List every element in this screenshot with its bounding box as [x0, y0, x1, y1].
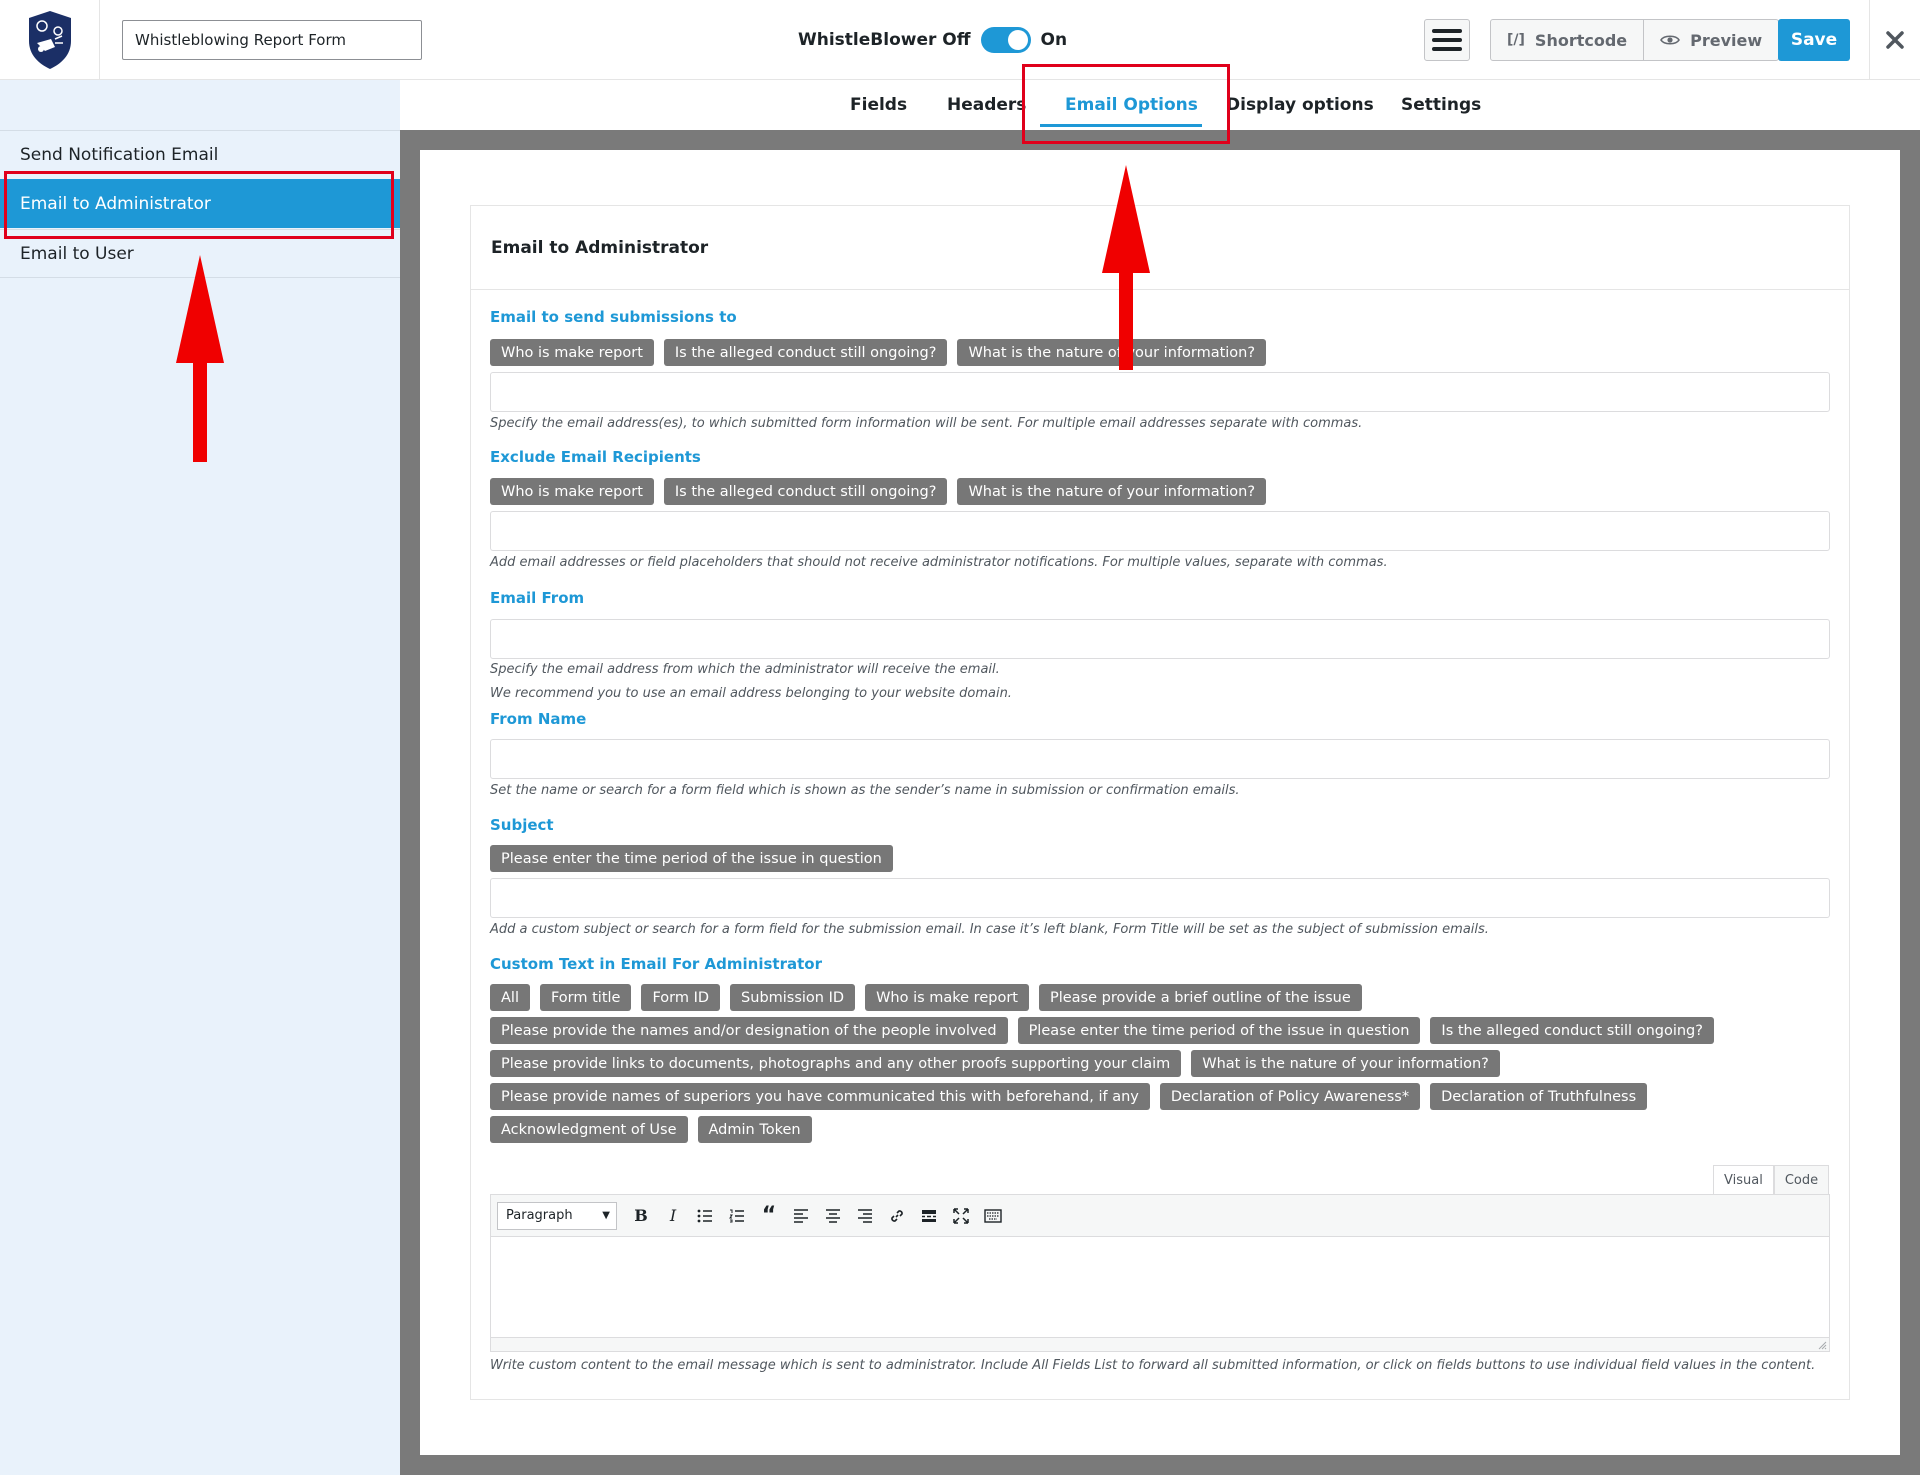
field-chip[interactable]: Who is make report — [490, 339, 654, 366]
close-icon — [1886, 30, 1904, 49]
bullet-list-icon[interactable] — [691, 1202, 719, 1230]
close-button[interactable] — [1869, 0, 1920, 79]
custom-text-label: Custom Text in Email For Administrator — [490, 955, 822, 973]
field-chip[interactable]: Form ID — [641, 984, 721, 1011]
toolbar-toggle-icon[interactable] — [979, 1202, 1007, 1230]
tab-fields[interactable]: Fields — [850, 80, 907, 130]
shortcode-button[interactable]: [/] Shortcode — [1491, 20, 1643, 60]
field-chip[interactable]: Please enter the time period of the issu… — [490, 845, 893, 872]
field-chip[interactable]: What is the nature of your information? — [1191, 1050, 1500, 1077]
editor-tab-code[interactable]: Code — [1773, 1165, 1830, 1195]
field-chip[interactable]: Declaration of Policy Awareness* — [1159, 1083, 1421, 1110]
field-chip[interactable]: Please enter the time period of the issu… — [1017, 1017, 1421, 1044]
paragraph-select-value: Paragraph — [506, 1208, 573, 1223]
annotation-arrow-up-icon — [1102, 165, 1150, 370]
toggle-knob — [1007, 30, 1028, 50]
email-from-hint: Specify the email address from which the… — [490, 662, 1000, 677]
custom-text-hint: Write custom content to the email messag… — [490, 1358, 1816, 1373]
field-chip[interactable]: Please provide a brief outline of the is… — [1038, 984, 1362, 1011]
editor-tab-visual[interactable]: Visual — [1713, 1165, 1774, 1195]
link-icon[interactable] — [883, 1202, 911, 1230]
exclude-input[interactable] — [490, 511, 1830, 551]
tab-display-options[interactable]: Display options — [1226, 80, 1374, 130]
field-chip[interactable]: Form title — [539, 984, 632, 1011]
field-chip[interactable]: Who is make report — [865, 984, 1029, 1011]
field-chip[interactable]: Please provide links to documents, photo… — [490, 1050, 1182, 1077]
header-button-group: [/] Shortcode Preview — [1490, 19, 1780, 61]
editor-content-area[interactable] — [491, 1237, 1829, 1337]
send-to-chips: Who is make report Is the alleged conduc… — [490, 339, 1830, 366]
whistleblower-toggle-group: WhistleBlower Off On — [798, 26, 1067, 54]
field-chip[interactable]: Please provide names of superiors you ha… — [490, 1083, 1150, 1110]
annotation-arrow-up-icon — [176, 255, 224, 462]
editor-toolbar: Paragraph ▼ B I “ — [491, 1195, 1829, 1237]
align-right-icon[interactable] — [851, 1202, 879, 1230]
subject-chips: Please enter the time period of the issu… — [490, 845, 1830, 872]
sidebar-item-label: Email to User — [20, 243, 134, 264]
from-name-label: From Name — [490, 710, 587, 728]
box-header: Email to Administrator — [471, 206, 1849, 290]
align-left-icon[interactable] — [787, 1202, 815, 1230]
read-more-icon[interactable] — [915, 1202, 943, 1230]
paragraph-select[interactable]: Paragraph ▼ — [497, 1201, 617, 1230]
eye-icon — [1660, 35, 1681, 45]
exclude-chips: Who is make report Is the alleged conduc… — [490, 478, 1830, 505]
shield-logo-icon — [28, 10, 71, 69]
resize-handle-icon — [1818, 1341, 1827, 1350]
top-bar: WhistleBlower Off On [/] Shortcode Previ… — [0, 0, 1920, 80]
field-chip[interactable]: Is the alleged conduct still ongoing? — [1430, 1017, 1714, 1044]
numbered-list-icon[interactable] — [723, 1202, 751, 1230]
subject-hint: Add a custom subject or search for a for… — [490, 922, 1489, 937]
send-to-hint: Specify the email address(es), to which … — [490, 416, 1363, 431]
send-to-input[interactable] — [490, 372, 1830, 412]
tab-headers[interactable]: Headers — [947, 80, 1026, 130]
custom-text-chips: All Form title Form ID Submission ID Who… — [490, 984, 1830, 1143]
shortcode-icon: [/] — [1507, 32, 1525, 48]
field-chip[interactable]: Admin Token — [697, 1116, 812, 1143]
align-center-icon[interactable] — [819, 1202, 847, 1230]
preview-label: Preview — [1690, 30, 1763, 50]
hamburger-icon[interactable] — [1424, 19, 1470, 61]
exclude-hint: Add email addresses or field placeholder… — [490, 555, 1388, 570]
subject-input[interactable] — [490, 878, 1830, 918]
fullscreen-icon[interactable] — [947, 1202, 975, 1230]
from-name-input[interactable] — [490, 739, 1830, 779]
chevron-down-icon: ▼ — [602, 1210, 610, 1221]
sidebar-item-label: Send Notification Email — [20, 145, 219, 165]
preview-button[interactable]: Preview — [1643, 20, 1778, 60]
whistleblower-toggle[interactable] — [980, 27, 1031, 53]
editor-resize-bar[interactable] — [491, 1337, 1829, 1351]
shortcode-label: Shortcode — [1534, 30, 1628, 50]
field-chip[interactable]: Is the alleged conduct still ongoing? — [663, 478, 948, 505]
toggle-on-label: On — [1040, 30, 1068, 50]
subject-label: Subject — [490, 816, 554, 834]
field-chip[interactable]: What is the nature of your information? — [957, 478, 1267, 505]
logo — [0, 0, 100, 79]
field-chip[interactable]: Who is make report — [490, 478, 654, 505]
field-chip[interactable]: Declaration of Truthfulness — [1430, 1083, 1648, 1110]
field-chip[interactable]: Is the alleged conduct still ongoing? — [663, 339, 948, 366]
save-button[interactable]: Save — [1778, 19, 1850, 61]
annotation-box-email-options — [1022, 64, 1230, 144]
field-chip[interactable]: Acknowledgment of Use — [490, 1116, 688, 1143]
field-chip-all[interactable]: All — [490, 984, 530, 1011]
field-chip[interactable]: Submission ID — [730, 984, 856, 1011]
toggle-off-label: WhistleBlower Off — [798, 30, 971, 50]
tab-settings[interactable]: Settings — [1401, 80, 1481, 130]
bold-icon[interactable]: B — [627, 1202, 655, 1230]
box-title: Email to Administrator — [491, 238, 709, 258]
email-from-label: Email From — [490, 589, 585, 607]
rich-text-editor: Paragraph ▼ B I “ — [490, 1194, 1830, 1352]
exclude-label: Exclude Email Recipients — [490, 448, 701, 466]
from-name-hint: Set the name or search for a form field … — [490, 783, 1240, 798]
form-title-input[interactable] — [122, 20, 422, 60]
send-to-label: Email to send submissions to — [490, 308, 737, 326]
field-chip[interactable]: Please provide the names and/or designat… — [490, 1017, 1008, 1044]
email-from-input[interactable] — [490, 619, 1830, 659]
italic-icon[interactable]: I — [659, 1202, 687, 1230]
blockquote-icon[interactable]: “ — [755, 1202, 783, 1230]
editor-mode-tabs: Visual Code — [1713, 1165, 1830, 1195]
email-from-hint-domain: We recommend you to use an email address… — [490, 686, 1012, 701]
annotation-box-email-to-admin — [4, 171, 394, 239]
